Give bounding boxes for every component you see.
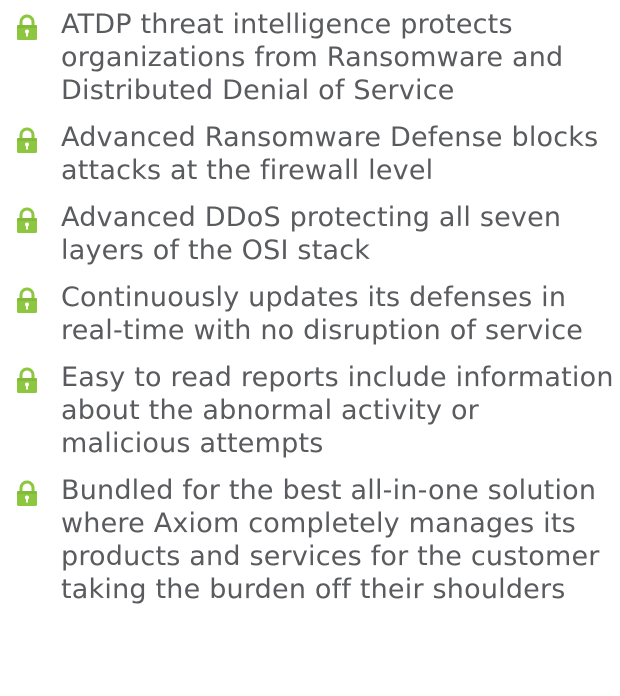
feature-text: Easy to read reports include information… (61, 362, 614, 459)
padlock-icon (16, 480, 38, 506)
padlock-icon (16, 14, 38, 40)
list-item: Bundled for the best all-in-one solution… (16, 474, 616, 606)
padlock-icon (16, 127, 38, 153)
feature-text: Advanced DDoS protecting all seven layer… (61, 202, 562, 266)
feature-list: ATDP threat intelligence protects organi… (16, 8, 616, 606)
feature-text: ATDP threat intelligence protects organi… (61, 9, 564, 106)
padlock-icon (16, 367, 38, 393)
padlock-icon (16, 287, 38, 313)
list-item: ATDP threat intelligence protects organi… (16, 8, 616, 107)
feature-text: Bundled for the best all-in-one solution… (61, 475, 600, 605)
list-item: Easy to read reports include information… (16, 361, 616, 460)
feature-text: Advanced Ransomware Defense blocks attac… (61, 122, 599, 186)
padlock-icon (16, 207, 38, 233)
list-item: Continuously updates its defenses in rea… (16, 281, 616, 347)
list-item: Advanced DDoS protecting all seven layer… (16, 201, 616, 267)
feature-text: Continuously updates its defenses in rea… (61, 282, 584, 346)
list-item: Advanced Ransomware Defense blocks attac… (16, 121, 616, 187)
